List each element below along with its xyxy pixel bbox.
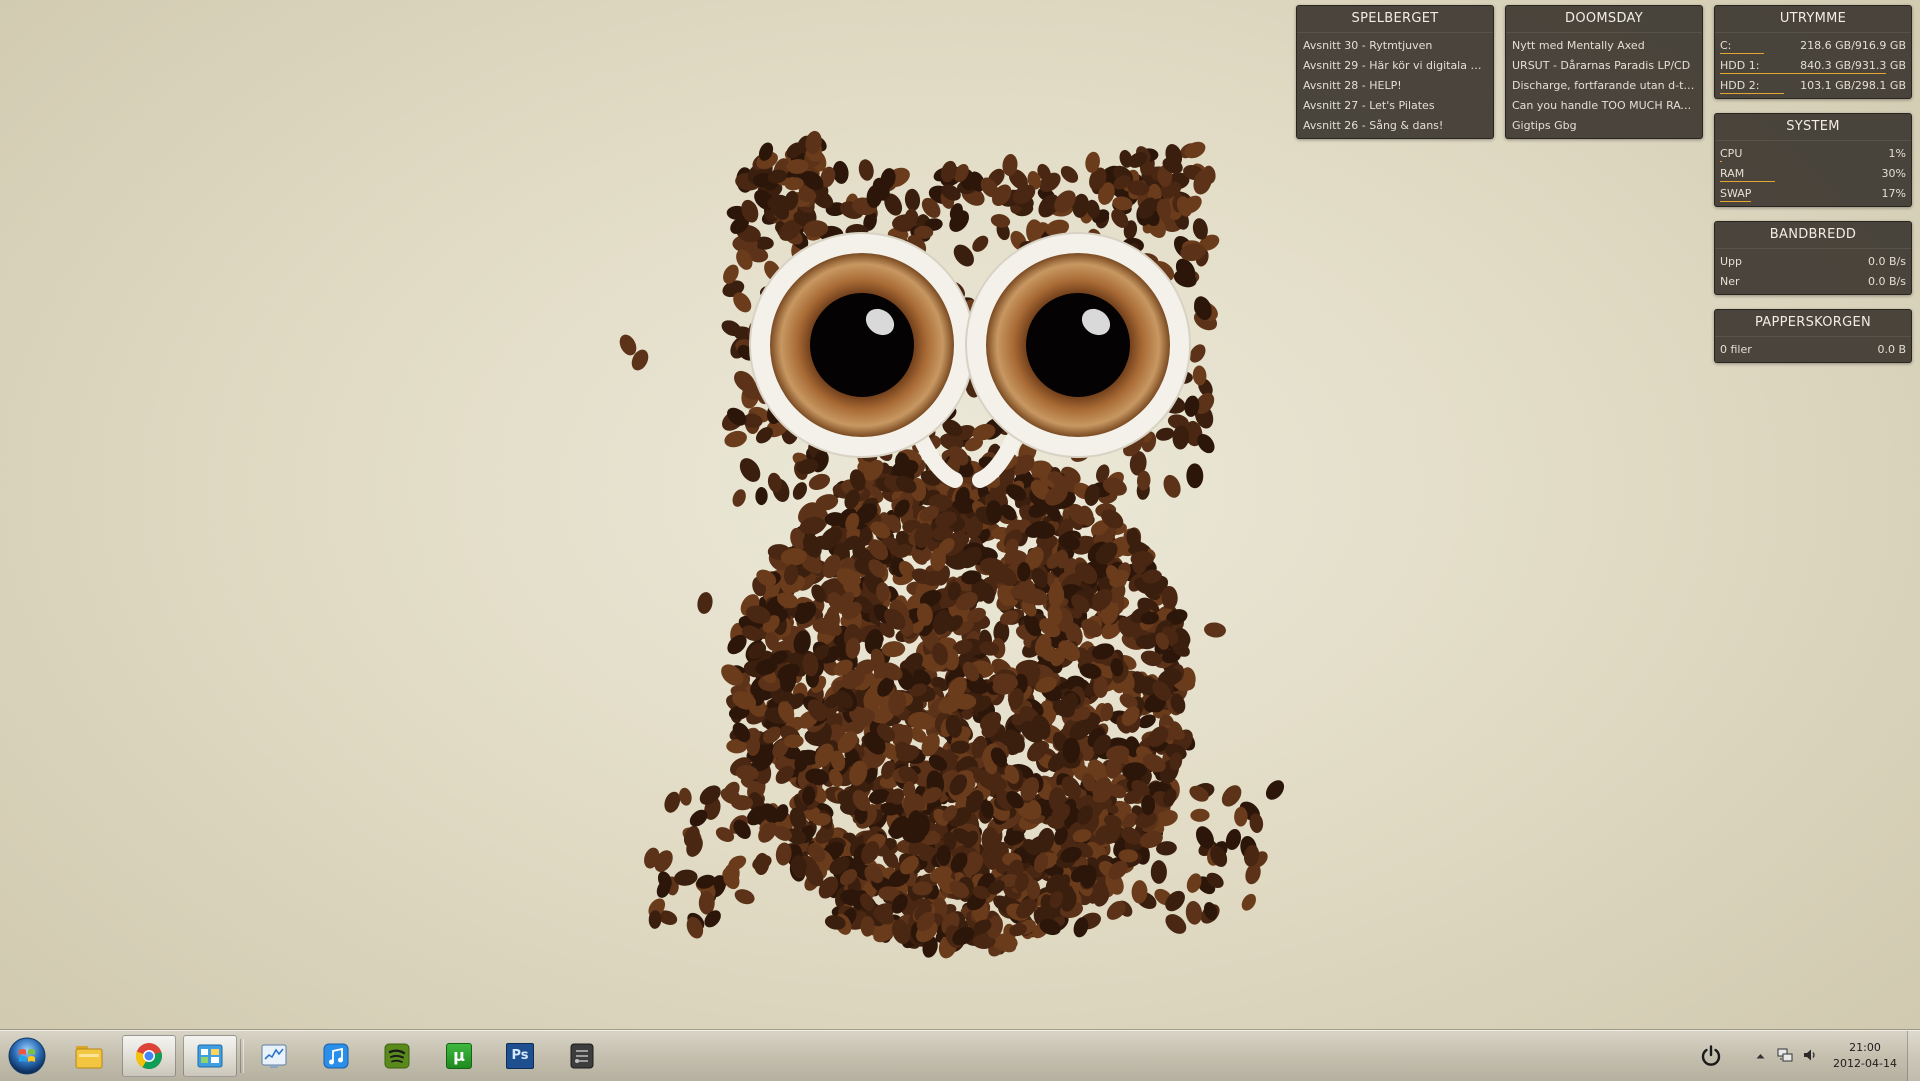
taskbar-item-itunes[interactable] xyxy=(309,1035,363,1077)
doomsday-feed-item[interactable]: URSUT - Dårarnas Paradis LP/CD xyxy=(1506,56,1702,76)
system-widget: SYSTEM CPU 1% RAM 30% SWAP 17% xyxy=(1714,113,1912,207)
chrome-icon xyxy=(135,1043,162,1070)
power-button[interactable] xyxy=(1686,1035,1736,1077)
stat-value: 0.0 B/s xyxy=(1868,255,1906,268)
cpu-row: CPU 1% xyxy=(1715,144,1911,164)
photoshop-icon: Ps xyxy=(506,1043,534,1069)
bandbredd-widget: BANDBREDD Upp 0.0 B/s Ner 0.0 B/s xyxy=(1714,221,1912,295)
spelberget-feed-item[interactable]: Avsnitt 28 - HELP! xyxy=(1297,76,1493,96)
usage-bar xyxy=(1720,53,1764,54)
windows-start-icon xyxy=(8,1037,46,1075)
taskbar-item-steam[interactable] xyxy=(555,1035,609,1077)
stat-value: 17% xyxy=(1881,187,1906,200)
drive-usage: 103.1 GB/298.1 GB xyxy=(1800,79,1906,92)
chevron-up-icon xyxy=(1756,1054,1764,1059)
ram-row: RAM 30% xyxy=(1715,164,1911,184)
usage-bar xyxy=(1720,161,1722,162)
taskbar-item-resource-monitor[interactable] xyxy=(247,1035,301,1077)
usage-bar xyxy=(1720,181,1775,182)
clock-time: 21:00 xyxy=(1849,1041,1881,1054)
bandbredd-title: BANDBREDD xyxy=(1715,222,1911,249)
system-title: SYSTEM xyxy=(1715,114,1911,141)
taskbar-item-explorer[interactable] xyxy=(62,1035,116,1077)
spelberget-feed-item[interactable]: Avsnitt 29 - Här kör vi digitala spel xyxy=(1297,56,1493,76)
taskbar-item-spotify[interactable] xyxy=(370,1035,424,1077)
swap-row: SWAP 17% xyxy=(1715,184,1911,204)
utorrent-icon: µ xyxy=(446,1043,472,1069)
taskbar-item-chrome[interactable] xyxy=(122,1035,176,1077)
taskbar: µ Ps xyxy=(0,1030,1920,1081)
stat-label: 0 filer xyxy=(1720,343,1752,356)
doomsday-widget: DOOMSDAY Nytt med Mentally Axed URSUT - … xyxy=(1505,5,1703,139)
doomsday-feed-item[interactable]: Gigtips Gbg xyxy=(1506,116,1702,136)
taskbar-clock[interactable]: 21:00 2012-04-14 xyxy=(1820,1040,1910,1072)
taskbar-item-photoshop[interactable]: Ps xyxy=(493,1035,547,1077)
taskbar-item-control-panel[interactable] xyxy=(183,1035,237,1077)
volume-tray-button[interactable] xyxy=(1801,1046,1819,1064)
start-button[interactable] xyxy=(2,1035,52,1077)
taskbar-separator xyxy=(240,1039,244,1073)
upload-row: Upp 0.0 B/s xyxy=(1715,252,1911,272)
coffee-bean-owl xyxy=(619,130,1285,959)
papperskorgen-title: PAPPERSKORGEN xyxy=(1715,310,1911,337)
stat-value: 30% xyxy=(1881,167,1906,180)
recycle-bin-row[interactable]: 0 filer 0.0 B xyxy=(1715,340,1911,360)
usage-bar xyxy=(1720,73,1886,74)
stat-label: Upp xyxy=(1720,255,1743,268)
utrymme-title: UTRYMME xyxy=(1715,6,1911,33)
desktop-wallpaper xyxy=(619,130,1285,959)
spelberget-feed-item[interactable]: Avsnitt 30 - Rytmtjuven xyxy=(1297,36,1493,56)
papperskorgen-widget[interactable]: PAPPERSKORGEN 0 filer 0.0 B xyxy=(1714,309,1912,363)
drive-hdd1-row: HDD 1: 840.3 GB/931.3 GB xyxy=(1715,56,1911,76)
stat-value: 0.0 B/s xyxy=(1868,275,1906,288)
drive-usage: 218.6 GB/916.9 GB xyxy=(1800,39,1906,52)
show-hidden-icons-button[interactable] xyxy=(1754,1049,1766,1063)
doomsday-feed-item[interactable]: Nytt med Mentally Axed xyxy=(1506,36,1702,56)
network-icon xyxy=(1777,1048,1793,1062)
drive-c-row: C: 218.6 GB/916.9 GB xyxy=(1715,36,1911,56)
stat-value: 0.0 B xyxy=(1877,343,1906,356)
spotify-icon xyxy=(384,1043,410,1069)
speaker-icon xyxy=(1804,1049,1815,1061)
steam-icon xyxy=(570,1043,594,1069)
spelberget-widget: SPELBERGET Avsnitt 30 - Rytmtjuven Avsni… xyxy=(1296,5,1494,139)
doomsday-feed-item[interactable]: Can you handle TOO MUCH RAWK xyxy=(1506,96,1702,116)
control-panel-icon xyxy=(197,1044,223,1068)
drive-hdd2-row: HDD 2: 103.1 GB/298.1 GB xyxy=(1715,76,1911,96)
itunes-icon xyxy=(323,1043,349,1069)
spelberget-feed-item[interactable]: Avsnitt 26 - Sång & dans! xyxy=(1297,116,1493,136)
network-tray-button[interactable] xyxy=(1776,1046,1794,1064)
resource-monitor-icon xyxy=(261,1044,287,1068)
doomsday-feed-item[interactable]: Discharge, fortfarande utan d-takt... xyxy=(1506,76,1702,96)
download-row: Ner 0.0 B/s xyxy=(1715,272,1911,292)
spelberget-title: SPELBERGET xyxy=(1297,6,1493,33)
doomsday-title: DOOMSDAY xyxy=(1506,6,1702,33)
clock-date: 2012-04-14 xyxy=(1833,1057,1897,1070)
utrymme-widget: UTRYMME C: 218.6 GB/916.9 GB HDD 1: 840.… xyxy=(1714,5,1912,99)
folder-icon xyxy=(75,1046,103,1069)
usage-bar xyxy=(1720,93,1784,94)
stat-value: 1% xyxy=(1888,147,1906,160)
power-icon xyxy=(1701,1045,1721,1066)
stat-label: CPU xyxy=(1720,147,1743,160)
taskbar-item-utorrent[interactable]: µ xyxy=(432,1035,486,1077)
usage-bar xyxy=(1720,201,1751,202)
spelberget-feed-item[interactable]: Avsnitt 27 - Let's Pilates xyxy=(1297,96,1493,116)
stat-label: Ner xyxy=(1720,275,1740,288)
